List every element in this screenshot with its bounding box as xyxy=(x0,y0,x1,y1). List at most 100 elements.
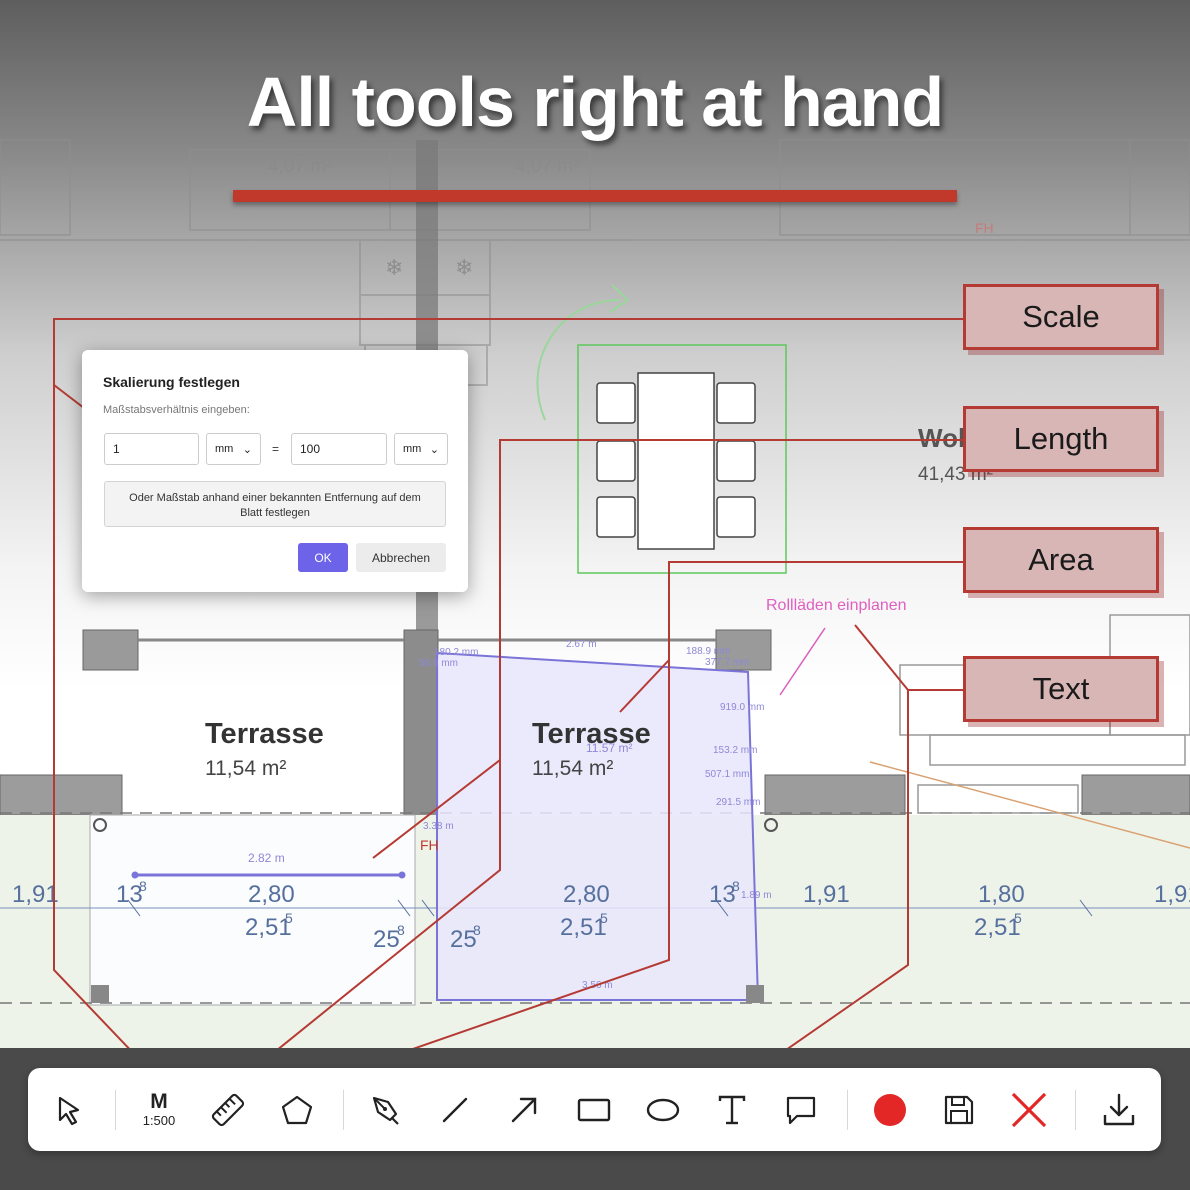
pen-nib-icon xyxy=(372,1096,399,1125)
segment-label: 153.2 mm xyxy=(713,745,757,756)
segment-label: 377.7 mm xyxy=(705,657,749,668)
ellipse-tool-button[interactable] xyxy=(635,1082,691,1138)
headline-underline xyxy=(233,190,957,202)
wall-block xyxy=(0,774,123,816)
wall-block xyxy=(82,629,139,671)
area-label: 4,07 m² xyxy=(268,156,332,177)
dimension-label: 1,91 xyxy=(803,881,850,908)
length-handle[interactable] xyxy=(131,871,139,879)
segment-label: 507.1 mm xyxy=(705,769,749,780)
select-tool-button[interactable] xyxy=(41,1082,97,1138)
download-button[interactable] xyxy=(1091,1082,1147,1138)
note-text[interactable]: Rollläden einplanen xyxy=(766,597,907,614)
room-area: 11,54 m² xyxy=(532,757,613,780)
scale-letter: M xyxy=(150,1090,168,1113)
dimension-superscript: 5 xyxy=(1014,910,1022,926)
select-value: mm xyxy=(215,443,234,455)
arrow-head xyxy=(609,284,630,313)
length-tool-button[interactable] xyxy=(200,1082,256,1138)
room-name: Terrasse xyxy=(205,718,324,750)
dimension-label: 1,91 xyxy=(1154,881,1190,908)
headline: All tools right at hand xyxy=(246,63,944,141)
arrow-tool-button[interactable] xyxy=(496,1082,552,1138)
length-handle[interactable] xyxy=(398,871,406,879)
dialog-title: Skalierung festlegen xyxy=(103,374,240,390)
dimension-superscript: 8 xyxy=(473,922,481,938)
segment-label: 919.0 mm xyxy=(720,702,764,713)
speech-bubble-icon xyxy=(786,1096,816,1125)
rectangle-icon xyxy=(577,1098,611,1122)
dialog-subtitle: Maßstabsverhältnis eingeben: xyxy=(103,404,250,416)
snowflake-icon: ❄ xyxy=(455,255,473,280)
toolbar-separator xyxy=(847,1090,848,1130)
note-pointer xyxy=(779,627,826,696)
callout-area: Area xyxy=(963,527,1159,593)
color-picker-button[interactable] xyxy=(862,1082,918,1138)
dimension-label: 1,80 xyxy=(978,881,1025,908)
dimension-superscript: 8 xyxy=(139,878,147,894)
fh-label: FH xyxy=(975,220,994,236)
ruler-icon xyxy=(211,1093,245,1127)
length-measure-label[interactable]: 2.82 m xyxy=(248,851,285,865)
snowflake-icon: ❄ xyxy=(385,255,403,280)
floor-plan[interactable]: 4,07 m² 4,07 m² FH ❄ ❄ Wohnen/E 41,43 m² xyxy=(0,0,1190,1190)
segment-label: 291.5 mm xyxy=(716,797,760,808)
toolbar: M 1:500 xyxy=(28,1068,1161,1151)
dimension-label: 2,80 xyxy=(563,881,610,908)
segment-label: 188.9 mm xyxy=(686,646,730,657)
line-icon xyxy=(442,1097,468,1123)
segment-label: 1.89 m xyxy=(741,890,772,901)
toolbar-separator xyxy=(115,1090,116,1130)
close-button[interactable] xyxy=(1001,1082,1057,1138)
pen-tool-button[interactable] xyxy=(358,1082,414,1138)
cancel-button[interactable]: Abbrechen xyxy=(356,543,446,572)
scale-tool-button[interactable]: M 1:500 xyxy=(131,1082,187,1138)
scale-dialog: Skalierung festlegen Maßstabsverhältnis … xyxy=(82,350,468,592)
segment-label: 58.9 mm xyxy=(419,658,458,669)
callout-length: Length xyxy=(963,406,1159,472)
dimension-label: 25 xyxy=(373,926,400,953)
ellipse-icon xyxy=(646,1098,680,1122)
red-circle-icon xyxy=(874,1094,906,1126)
unit-right-select[interactable]: mm ⌄ xyxy=(394,433,448,465)
known-distance-button[interactable]: Oder Maßstab anhand einer bekannten Entf… xyxy=(104,481,446,527)
dimension-superscript: 5 xyxy=(285,910,293,926)
room-area: 11,54 m² xyxy=(205,757,286,780)
callout-text: Text xyxy=(963,656,1159,722)
chevron-down-icon: ⌄ xyxy=(242,443,252,456)
line-tool-button[interactable] xyxy=(427,1082,483,1138)
save-button[interactable] xyxy=(931,1082,987,1138)
scale-value-left-input[interactable]: 1 xyxy=(104,433,199,465)
input-value: 1 xyxy=(113,442,120,456)
scale-value-right-input[interactable]: 100 xyxy=(291,433,387,465)
toolbar-separator xyxy=(343,1090,344,1130)
dining-table[interactable] xyxy=(577,344,787,574)
chevron-down-icon: ⌄ xyxy=(429,443,439,456)
left-terrace-floor xyxy=(89,814,416,1006)
text-tool-button[interactable] xyxy=(704,1082,760,1138)
scale-value: 1:500 xyxy=(142,1113,176,1128)
corner-post xyxy=(91,985,109,1003)
canvas[interactable]: 4,07 m² 4,07 m² FH ❄ ❄ Wohnen/E 41,43 m² xyxy=(0,0,1190,1190)
ok-button[interactable]: OK xyxy=(298,543,348,572)
comment-tool-button[interactable] xyxy=(773,1082,829,1138)
unit-left-select[interactable]: mm ⌄ xyxy=(206,433,261,465)
fh-marker: FH xyxy=(420,837,439,853)
equals-sign: = xyxy=(272,442,280,456)
dimension-label: 1,91 xyxy=(12,881,59,908)
wall-block xyxy=(764,774,906,816)
toolbar-separator xyxy=(1075,1090,1076,1130)
dimension-superscript: 8 xyxy=(732,878,740,894)
select-value: mm xyxy=(403,443,422,455)
dimension-superscript: 5 xyxy=(600,910,608,926)
measured-area-label[interactable]: 11.57 m² xyxy=(586,741,632,755)
pentagon-icon xyxy=(281,1095,313,1125)
floppy-disk-icon xyxy=(944,1095,974,1125)
download-icon xyxy=(1103,1093,1135,1126)
segment-label: 2.67 m xyxy=(566,639,597,650)
area-tool-button[interactable] xyxy=(269,1082,325,1138)
text-icon xyxy=(718,1095,746,1125)
rectangle-tool-button[interactable] xyxy=(566,1082,622,1138)
measured-area-polygon[interactable] xyxy=(436,651,760,1001)
callout-scale: Scale xyxy=(963,284,1159,350)
